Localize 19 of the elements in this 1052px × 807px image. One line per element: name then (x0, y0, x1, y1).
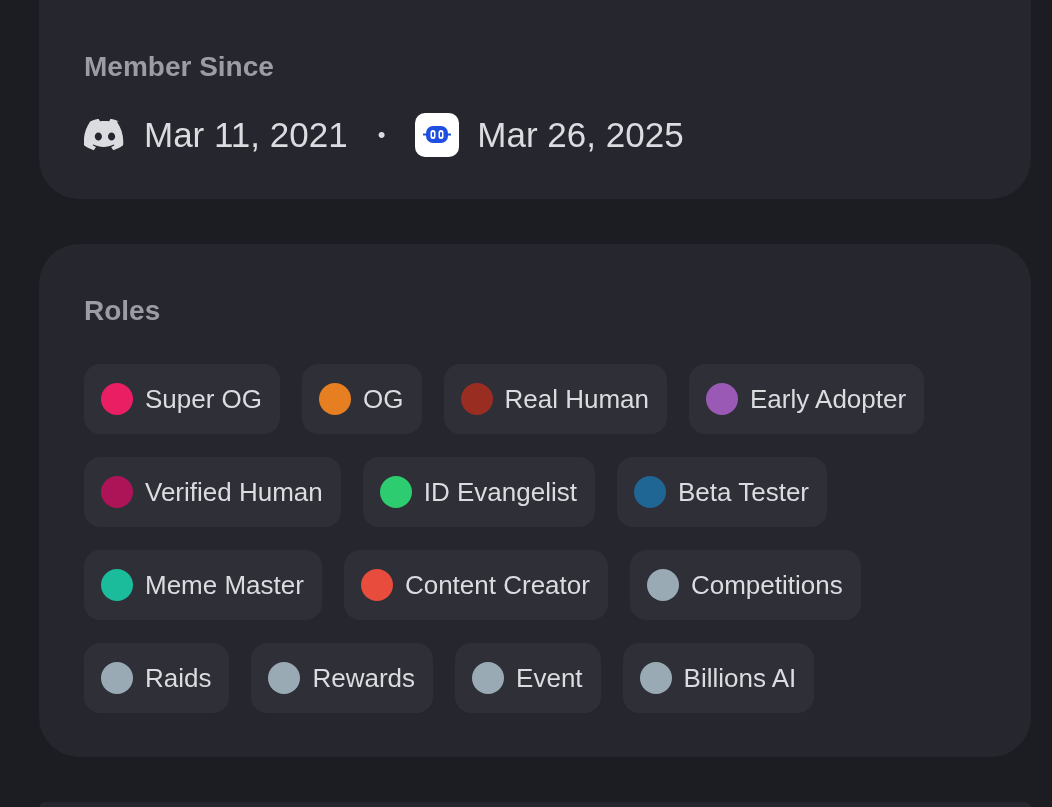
role-tag: Super OG (84, 364, 281, 434)
role-tag: Verified Human (84, 457, 341, 527)
role-tag: Billions AI (622, 643, 815, 713)
role-tag: Competitions (629, 550, 861, 620)
role-tag: ID Evangelist (362, 457, 595, 527)
section-title: Member Since (84, 50, 275, 84)
section-title: Roles (84, 294, 162, 328)
role-tag: Real Human (443, 364, 668, 434)
join-date: Mar 26, 2025 (477, 115, 684, 155)
role-tag: Early Adopter (689, 364, 925, 434)
role-tag: Content Creator (343, 550, 608, 620)
role-tag: Beta Tester (616, 457, 827, 527)
role-tag: Raids (84, 643, 230, 713)
role-tag: OG (302, 364, 422, 434)
role-tag: Rewards (251, 643, 434, 713)
role-tag: Meme Master (84, 550, 322, 620)
join-date: Mar 11, 2021 (144, 115, 348, 155)
separator-dot: • (377, 122, 386, 148)
role-tag: Event (455, 643, 601, 713)
